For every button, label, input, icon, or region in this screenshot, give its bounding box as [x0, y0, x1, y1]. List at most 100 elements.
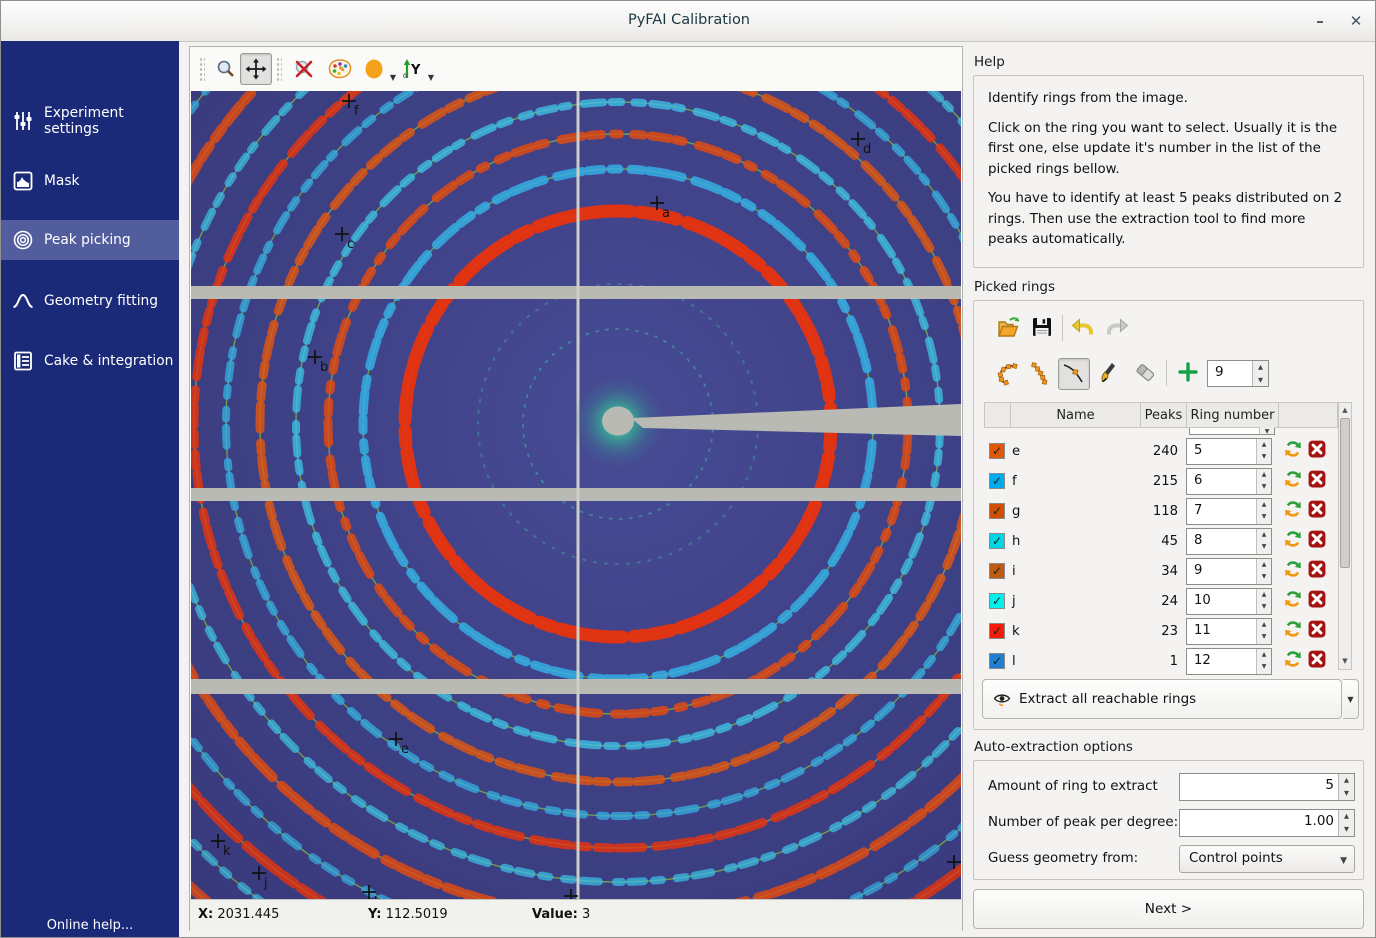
refresh-ring-button[interactable]	[1284, 590, 1302, 612]
arc-pick-tool-button[interactable]	[1026, 358, 1058, 390]
add-ring-button[interactable]	[1176, 360, 1202, 386]
spin-down-icon[interactable]: ▼	[1257, 571, 1271, 584]
refresh-ring-button[interactable]	[1284, 500, 1302, 522]
sidebar-item-cake-integration[interactable]: Cake & integration	[1, 341, 179, 381]
refresh-ring-button[interactable]	[1284, 470, 1302, 492]
delete-ring-button[interactable]	[1308, 650, 1326, 672]
ring-visibility-checkbox[interactable]: ✓	[989, 443, 1005, 459]
spin-up-icon[interactable]: ▲	[1257, 649, 1271, 662]
sidebar-item-peak-picking[interactable]: Peak picking	[1, 220, 179, 260]
amount-spinbox[interactable]: 5 ▲▼	[1179, 773, 1355, 801]
spin-up-icon[interactable]: ▲	[1257, 619, 1271, 632]
diffraction-image[interactable]: fdacbekjh	[191, 91, 961, 899]
sidebar-item-experiment-settings[interactable]: Experiment settings	[1, 101, 179, 141]
ring-number-spinbox[interactable]: 9▲▼	[1186, 558, 1272, 585]
spin-down-icon[interactable]: ▼	[1257, 451, 1271, 464]
scrollbar-thumb[interactable]	[1340, 418, 1350, 568]
pan-tool-button[interactable]	[240, 53, 272, 85]
spin-down-icon[interactable]: ▼	[1257, 481, 1271, 494]
scroll-up-icon[interactable]: ▲	[1339, 404, 1351, 417]
refresh-ring-button[interactable]	[1284, 650, 1302, 672]
spin-down-icon[interactable]: ▼	[1339, 787, 1354, 800]
ring-number-spinbox[interactable]: 11▲▼	[1186, 618, 1272, 645]
ring-row-i[interactable]: ✓i349▲▼	[984, 556, 1338, 586]
ring-visibility-checkbox[interactable]: ✓	[989, 533, 1005, 549]
spin-up-icon[interactable]: ▲	[1257, 469, 1271, 482]
extract-options-dropdown[interactable]: ▼	[1343, 679, 1359, 719]
spin-up-icon[interactable]: ▲	[1257, 439, 1271, 452]
next-button[interactable]: Next >	[973, 889, 1364, 929]
ring-row-k[interactable]: ✓k2311▲▼	[984, 616, 1338, 646]
guess-geometry-combobox[interactable]: Control points ▼	[1179, 845, 1355, 873]
delete-ring-button[interactable]	[1308, 440, 1326, 462]
table-scrollbar[interactable]: ▲ ▼	[1338, 402, 1352, 670]
ring-visibility-checkbox[interactable]: ✓	[989, 503, 1005, 519]
zoom-tool-button[interactable]	[210, 53, 242, 85]
colormap-tool-button[interactable]	[324, 53, 356, 85]
refresh-ring-button[interactable]	[1284, 560, 1302, 582]
spin-up-icon[interactable]: ▲	[1339, 774, 1354, 787]
delete-ring-button[interactable]	[1308, 590, 1326, 612]
ring-number-spinbox[interactable]: 8▲▼	[1186, 528, 1272, 555]
ring-row-g[interactable]: ✓g1187▲▼	[984, 496, 1338, 526]
spin-down-icon[interactable]: ▼	[1257, 661, 1271, 674]
spin-up-icon[interactable]: ▲	[1257, 589, 1271, 602]
ring-number-spinbox[interactable]: 6▲▼	[1186, 468, 1272, 495]
save-rings-button[interactable]	[1030, 315, 1056, 341]
delete-ring-button[interactable]	[1308, 500, 1326, 522]
spin-down-icon[interactable]: ▼	[1257, 601, 1271, 614]
refresh-ring-button[interactable]	[1284, 440, 1302, 462]
delete-ring-button[interactable]	[1308, 530, 1326, 552]
spin-up-icon[interactable]: ▲	[1257, 559, 1271, 572]
spin-down-icon[interactable]: ▼	[1339, 823, 1354, 836]
spin-up-icon[interactable]: ▲	[1257, 529, 1271, 542]
delete-ring-button[interactable]	[1308, 620, 1326, 642]
extract-rings-button[interactable]: Extract all reachable rings	[982, 679, 1342, 719]
ring-visibility-checkbox[interactable]: ✓	[989, 563, 1005, 579]
ring-visibility-checkbox[interactable]: ✓	[989, 593, 1005, 609]
ring-number-spinbox[interactable]: 7▲▼	[1186, 498, 1272, 525]
toolbar-grip[interactable]	[199, 57, 205, 81]
marker-color-button[interactable]: ▼	[358, 53, 390, 85]
sidebar-item-mask[interactable]: Mask	[1, 161, 179, 201]
scroll-down-icon[interactable]: ▼	[1339, 655, 1351, 668]
ring-row-h[interactable]: ✓h458▲▼	[984, 526, 1338, 556]
peak-pick-tool-button[interactable]	[1058, 358, 1090, 390]
redo-button[interactable]	[1104, 315, 1130, 341]
spin-up-icon[interactable]: ▲	[1253, 361, 1268, 374]
spin-down-icon[interactable]: ▼	[1257, 511, 1271, 524]
peak-per-degree-spinbox[interactable]: 1.00 ▲▼	[1179, 809, 1355, 837]
spin-down-icon[interactable]: ▼	[1257, 631, 1271, 644]
spin-down-icon[interactable]: ▼	[1257, 541, 1271, 554]
delete-ring-button[interactable]	[1308, 470, 1326, 492]
toolbar-grip[interactable]	[276, 57, 282, 81]
refresh-ring-button[interactable]	[1284, 530, 1302, 552]
delete-ring-button[interactable]	[1308, 560, 1326, 582]
ring-row-j[interactable]: ✓j2410▲▼	[984, 586, 1338, 616]
spin-arrows[interactable]: ▲▼	[1252, 361, 1268, 386]
spin-down-icon[interactable]: ▼	[1253, 374, 1268, 387]
ring-row-l[interactable]: ✓l112▲▼	[984, 646, 1338, 676]
unzoom-tool-button[interactable]	[288, 53, 320, 85]
spin-up-icon[interactable]: ▲	[1339, 810, 1354, 823]
ring-row-e[interactable]: ✓e2405▲▼	[984, 436, 1338, 466]
ring-visibility-checkbox[interactable]: ✓	[989, 473, 1005, 489]
close-button[interactable]: ✕	[1343, 9, 1369, 33]
ring-number-spinbox[interactable]: 5▲▼	[1186, 438, 1272, 465]
sidebar-item-geometry-fitting[interactable]: Geometry fitting	[1, 281, 179, 321]
online-help-link[interactable]: Online help...	[1, 918, 179, 933]
y-axis-orientation-button[interactable]: 0Y ▼	[396, 53, 428, 85]
ring-number-spinbox[interactable]: 12▲▼	[1186, 648, 1272, 675]
ring-visibility-checkbox[interactable]: ✓	[989, 653, 1005, 669]
refresh-ring-button[interactable]	[1284, 620, 1302, 642]
open-rings-button[interactable]	[996, 315, 1022, 341]
ring-row-f[interactable]: ✓f2156▲▼	[984, 466, 1338, 496]
eraser-tool-button[interactable]	[1132, 360, 1158, 386]
ring-visibility-checkbox[interactable]: ✓	[989, 623, 1005, 639]
brush-tool-button[interactable]	[1098, 360, 1124, 386]
ring-pick-tool-button[interactable]	[992, 358, 1024, 390]
spin-up-icon[interactable]: ▲	[1257, 499, 1271, 512]
ring-number-spinbox[interactable]: 10▲▼	[1186, 588, 1272, 615]
minimize-button[interactable]: –	[1307, 9, 1333, 33]
undo-button[interactable]	[1070, 315, 1096, 341]
